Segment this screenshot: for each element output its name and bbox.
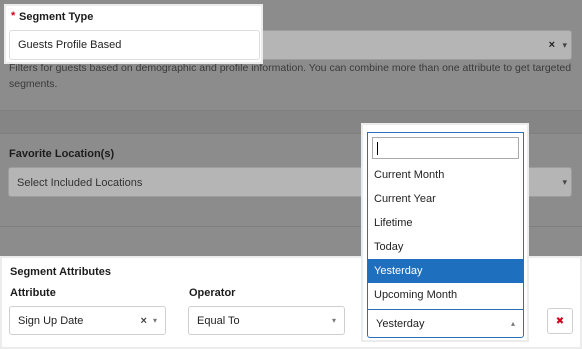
chevron-up-icon: ▴	[510, 319, 515, 328]
favorite-locations-label: Favorite Location(s)	[9, 148, 115, 160]
dropdown-option[interactable]: Lifetime	[368, 211, 523, 235]
favorite-locations-placeholder: Select Included Locations	[17, 177, 143, 189]
operator-label: Operator	[189, 287, 236, 299]
required-marker: *	[11, 10, 16, 22]
operator-select[interactable]: Equal To ▾	[188, 306, 345, 335]
chevron-down-icon: ▾	[562, 40, 567, 50]
attribute-value: Sign Up Date	[18, 314, 84, 327]
dropdown-option[interactable]: Current Month	[368, 163, 523, 187]
segment-type-panel: * Segment Type Guests Profile Based	[4, 4, 263, 64]
period-select[interactable]: Yesterday ▴	[367, 309, 524, 338]
segment-attributes-title: Segment Attributes	[10, 266, 112, 278]
dropdown-option[interactable]: Current Year	[368, 187, 523, 211]
operator-value: Equal To	[197, 314, 240, 327]
chevron-down-icon: ▾	[152, 316, 157, 325]
dropdown-option[interactable]: Upcoming Month	[368, 283, 523, 307]
close-icon: ✖	[555, 316, 565, 327]
segment-type-help-line2: segments.	[9, 78, 58, 90]
text-cursor	[377, 142, 378, 155]
segment-type-select[interactable]: Guests Profile Based	[9, 30, 260, 60]
dropdown-option-selected[interactable]: Yesterday	[368, 259, 523, 283]
dropdown-list: Current Month Current Year Lifetime Toda…	[367, 132, 524, 309]
segment-type-value: Guests Profile Based	[18, 39, 122, 51]
period-value: Yesterday	[376, 317, 425, 330]
attribute-select[interactable]: Sign Up Date × ▾	[9, 306, 166, 335]
dropdown-option[interactable]: Today	[368, 235, 523, 259]
segment-type-label: Segment Type	[19, 11, 94, 23]
attribute-label: Attribute	[10, 287, 56, 299]
clear-icon[interactable]: ×	[141, 315, 147, 327]
remove-row-button[interactable]: ✖	[547, 308, 573, 334]
chevron-down-icon: ▾	[331, 316, 336, 325]
clear-icon: ×	[548, 39, 555, 51]
period-dropdown-panel: Current Month Current Year Lifetime Toda…	[361, 123, 529, 342]
dropdown-search-input[interactable]	[372, 137, 519, 159]
chevron-down-icon: ▾	[562, 177, 567, 187]
